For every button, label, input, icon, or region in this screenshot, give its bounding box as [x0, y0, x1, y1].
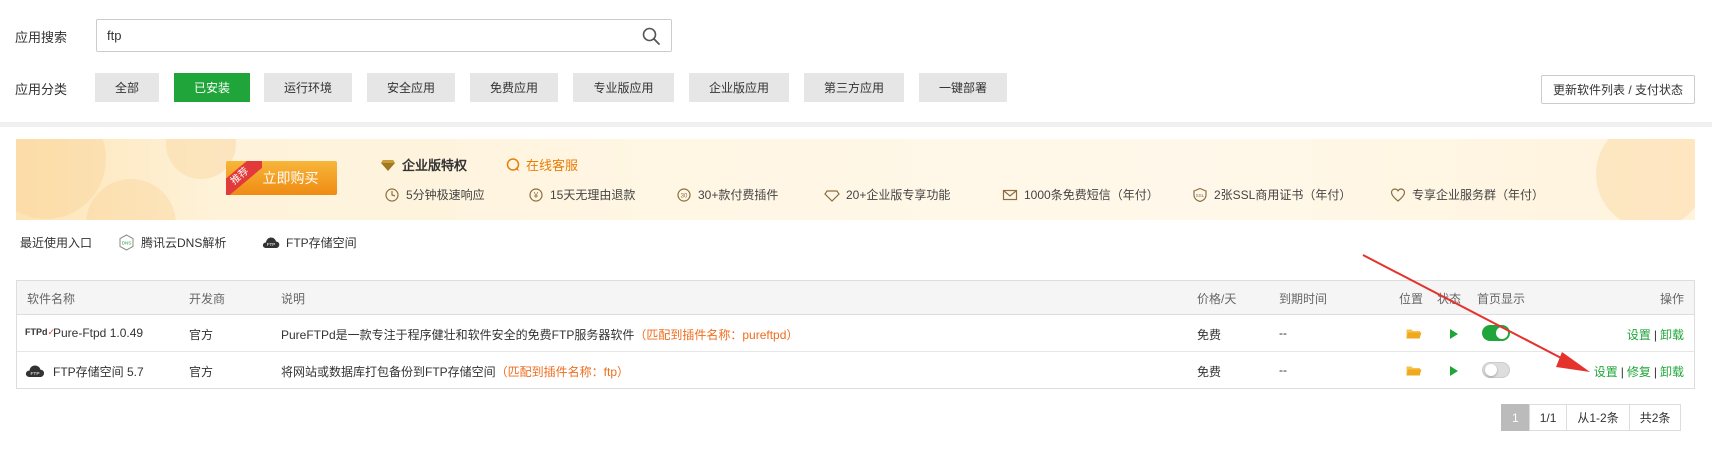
col-homepage: 首页显示 — [1477, 292, 1526, 306]
settings-link[interactable]: 设置 — [1627, 328, 1651, 342]
category-runtime[interactable]: 运行环境 — [264, 73, 352, 102]
homepage-toggle[interactable] — [1482, 362, 1510, 378]
page-range: 从1-2条 — [1566, 404, 1630, 431]
ftp-cloud-icon: FTP — [262, 237, 280, 248]
svg-text:30: 30 — [681, 193, 688, 199]
page-count: 1/1 — [1528, 404, 1568, 431]
svg-text:SSL: SSL — [1196, 193, 1205, 198]
dns-icon: DNS — [119, 233, 134, 251]
homepage-toggle[interactable] — [1482, 325, 1510, 341]
software-table: 软件名称 开发商 说明 价格/天 到期时间 位置 状态 首页显示 操作 FTPd… — [16, 280, 1695, 389]
ssl-icon: SSL — [1193, 187, 1207, 202]
category-pro[interactable]: 专业版应用 — [573, 73, 674, 102]
play-icon[interactable] — [1449, 328, 1459, 340]
mail-icon — [1002, 189, 1018, 200]
main-panel: 立即购买 推荐 企业版特权 在线客服 5分钟极速响应 ¥ 15天无理由退款 30 — [0, 127, 1712, 455]
feature-item: 30 30+款付费插件 — [676, 186, 778, 203]
software-name[interactable]: FTP存储空间 5.7 — [53, 363, 144, 380]
page-total: 共2条 — [1628, 404, 1682, 431]
col-expire: 到期时间 — [1279, 292, 1328, 306]
feature-item: 20+企业版专享功能 — [824, 186, 950, 203]
recent-item-dns[interactable]: DNS 腾讯云DNS解析 — [118, 231, 226, 253]
recent-item-ftp-storage[interactable]: FTP FTP存储空间 — [262, 231, 357, 253]
category-free[interactable]: 免费应用 — [470, 73, 558, 102]
expire: -- — [1279, 363, 1287, 377]
feature-item: ¥ 15天无理由退款 — [528, 186, 635, 203]
recommend-tag: 推荐 — [226, 161, 262, 195]
refresh-software-list-button[interactable]: 更新软件列表 / 支付状态 — [1541, 75, 1695, 104]
row-ops: 设置 | 卸载 — [1626, 328, 1684, 342]
description: PureFTPd是一款专注于程序健壮和软件安全的免费FTP服务器软件（匹配到插件… — [281, 328, 799, 342]
uninstall-link[interactable]: 卸载 — [1660, 365, 1684, 379]
chat-icon — [506, 157, 520, 171]
repair-link[interactable]: 修复 — [1627, 365, 1651, 379]
table-row: FTP FTP存储空间 5.7 官方 将网站或数据库打包备份到FTP存储空间（匹… — [17, 352, 1694, 389]
svg-text:FTP: FTP — [30, 371, 39, 377]
table-header: 软件名称 开发商 说明 价格/天 到期时间 位置 状态 首页显示 操作 — [17, 281, 1694, 315]
svg-text:¥: ¥ — [533, 191, 539, 200]
diamond-icon — [381, 159, 395, 171]
feature-item: 5分钟极速响应 — [384, 186, 485, 203]
feature-item: 1000条免费短信（年付） — [1002, 186, 1159, 203]
col-desc: 说明 — [281, 292, 306, 306]
category-label: 应用分类 — [15, 82, 68, 97]
col-location: 位置 — [1399, 292, 1424, 306]
feature-item: SSL 2张SSL商用证书（年付） — [1192, 186, 1351, 203]
col-developer: 开发商 — [189, 292, 226, 306]
clock-icon — [385, 187, 399, 202]
pagination: 1 1/1 从1-2条 共2条 — [1501, 404, 1682, 431]
online-service-link[interactable]: 在线客服 — [505, 155, 578, 174]
svg-text:DNS: DNS — [122, 240, 132, 245]
enterprise-banner: 立即购买 推荐 企业版特权 在线客服 5分钟极速响应 ¥ 15天无理由退款 30 — [16, 139, 1695, 220]
folder-icon[interactable] — [1406, 328, 1422, 340]
refund-icon: ¥ — [529, 187, 543, 202]
svg-text:FTP: FTP — [267, 242, 276, 247]
search-box[interactable] — [96, 19, 672, 52]
category-enterprise[interactable]: 企业版应用 — [689, 73, 789, 102]
folder-icon[interactable] — [1406, 365, 1422, 377]
settings-link[interactable]: 设置 — [1594, 365, 1618, 379]
search-input[interactable] — [97, 20, 617, 51]
search-icon[interactable] — [641, 26, 661, 46]
col-price: 价格/天 — [1197, 292, 1237, 306]
software-name[interactable]: Pure-Ftpd 1.0.49 — [53, 326, 143, 340]
play-icon[interactable] — [1449, 365, 1459, 377]
ftp-cloud-icon: FTP — [25, 365, 45, 377]
heart-icon — [1390, 187, 1406, 202]
col-status: 状态 — [1437, 292, 1462, 306]
developer: 官方 — [189, 328, 214, 342]
plugin-icon: 30 — [677, 187, 691, 202]
category-security[interactable]: 安全应用 — [367, 73, 455, 102]
top-panel: 应用搜索 应用分类 全部 已安装 运行环境 安全应用 免费应用 专业版应用 企业… — [0, 0, 1712, 122]
price: 免费 — [1197, 328, 1222, 342]
price: 免费 — [1197, 365, 1222, 379]
diamond-outline-icon — [824, 189, 840, 202]
table-row: FTPd✓ Pure-Ftpd 1.0.49 官方 PureFTPd是一款专注于… — [17, 315, 1694, 352]
feature-item: 专享企业服务群（年付） — [1390, 186, 1544, 203]
category-deploy[interactable]: 一键部署 — [919, 73, 1007, 102]
uninstall-link[interactable]: 卸载 — [1660, 328, 1684, 342]
recent-label: 最近使用入口 — [20, 235, 93, 250]
category-installed[interactable]: 已安装 — [174, 73, 250, 102]
search-label: 应用搜索 — [15, 30, 68, 45]
col-name: 软件名称 — [27, 292, 76, 306]
col-ops: 操作 — [1659, 292, 1684, 306]
pureftpd-icon: FTPd✓ — [25, 327, 56, 337]
page-current[interactable]: 1 — [1501, 404, 1530, 431]
expire: -- — [1279, 326, 1287, 340]
description: 将网站或数据库打包备份到FTP存储空间（匹配到插件名称：ftp） — [281, 365, 630, 379]
enterprise-title: 企业版特权 — [380, 155, 467, 174]
category-thirdparty[interactable]: 第三方应用 — [804, 73, 904, 102]
category-all[interactable]: 全部 — [95, 73, 159, 102]
row-ops: 设置 | 修复 | 卸载 — [1593, 365, 1684, 379]
developer: 官方 — [189, 365, 214, 379]
